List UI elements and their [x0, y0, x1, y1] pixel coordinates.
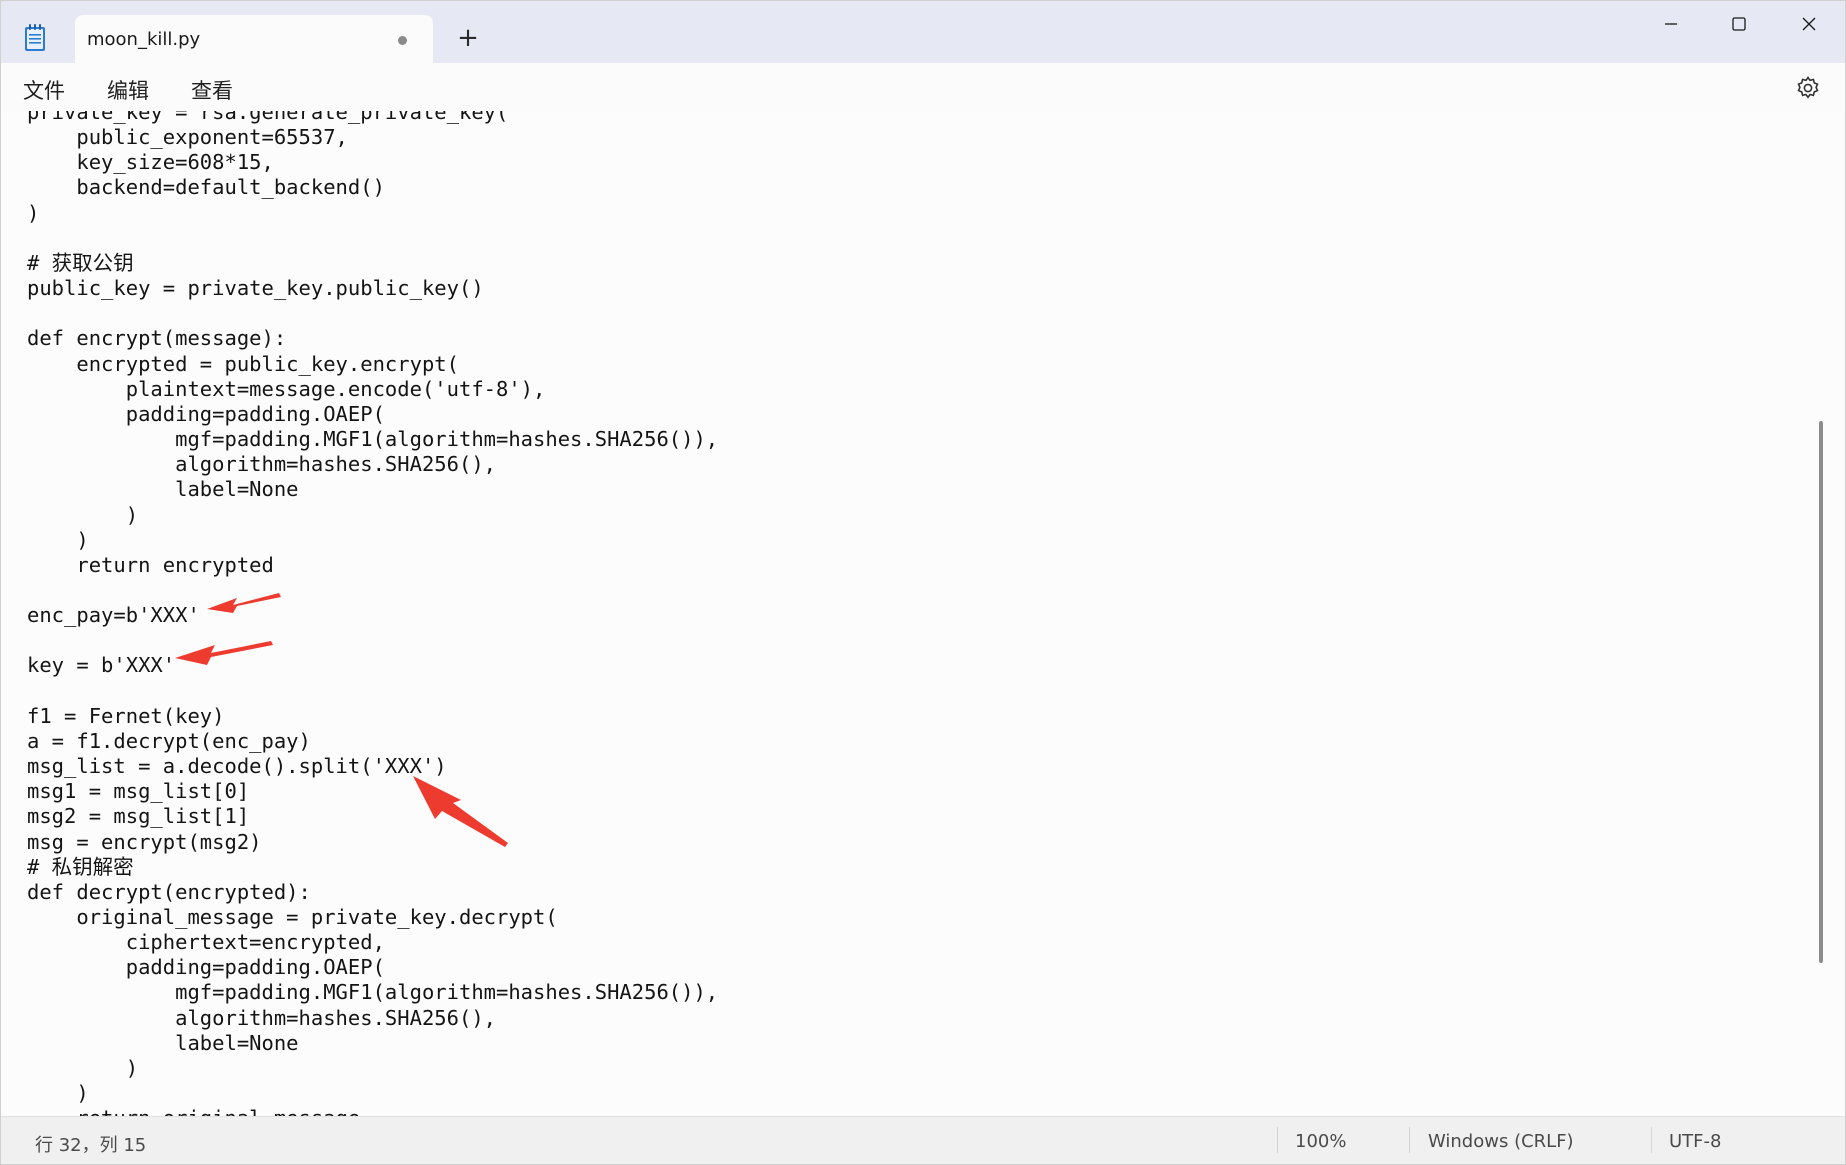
- code-line[interactable]: ciphertext=encrypted,: [27, 930, 385, 954]
- notepad-icon: [25, 24, 45, 51]
- line-ending[interactable]: Windows (CRLF): [1428, 1131, 1574, 1152]
- vertical-scrollbar[interactable]: [1819, 421, 1823, 963]
- status-divider: [1409, 1127, 1410, 1153]
- menu-bar: 文件 编辑 查看: [1, 63, 1845, 111]
- unsaved-dot-icon[interactable]: [398, 36, 407, 45]
- status-divider: [1651, 1127, 1652, 1153]
- menu-view[interactable]: 查看: [191, 75, 233, 105]
- code-line[interactable]: label=None: [27, 1031, 298, 1055]
- code-line[interactable]: private_key = rsa.generate_private_key(: [27, 111, 508, 124]
- minimize-icon: [1665, 23, 1677, 25]
- zoom-level[interactable]: 100%: [1295, 1131, 1346, 1152]
- code-line[interactable]: backend=default_backend(): [27, 175, 385, 199]
- close-button[interactable]: [1779, 7, 1839, 41]
- title-bar: moon_kill.py +: [1, 1, 1845, 63]
- code-line[interactable]: label=None: [27, 477, 298, 501]
- code-line[interactable]: msg2 = msg_list[1]: [27, 804, 249, 828]
- code-line[interactable]: msg1 = msg_list[0]: [27, 779, 249, 803]
- code-line[interactable]: padding=padding.OAEP(: [27, 402, 385, 426]
- code-line[interactable]: msg = encrypt(msg2): [27, 830, 262, 854]
- cursor-position[interactable]: 行 32，列 15: [35, 1131, 146, 1157]
- code-line[interactable]: ): [27, 201, 39, 225]
- code-line[interactable]: plaintext=message.encode('utf-8'),: [27, 377, 546, 401]
- code-line[interactable]: f1 = Fernet(key): [27, 704, 224, 728]
- code-line[interactable]: return encrypted: [27, 553, 273, 577]
- gear-icon[interactable]: [1795, 75, 1821, 101]
- code-line[interactable]: public_exponent=65537,: [27, 125, 348, 149]
- status-divider: [1277, 1127, 1278, 1153]
- code-line[interactable]: encrypted = public_key.encrypt(: [27, 352, 459, 376]
- code-line[interactable]: ): [27, 1056, 138, 1080]
- code-line[interactable]: key = b'XXX': [27, 653, 175, 677]
- code-line[interactable]: enc_pay=b'XXX': [27, 603, 200, 627]
- code-line[interactable]: msg_list = a.decode().split('XXX'): [27, 754, 447, 778]
- code-line[interactable]: padding=padding.OAEP(: [27, 955, 385, 979]
- code-line[interactable]: def encrypt(message):: [27, 326, 286, 350]
- close-icon: [1802, 17, 1816, 31]
- code-line[interactable]: public_key = private_key.public_key(): [27, 276, 484, 300]
- plus-icon[interactable]: +: [453, 23, 483, 53]
- code-line[interactable]: mgf=padding.MGF1(algorithm=hashes.SHA256…: [27, 427, 718, 451]
- code-line[interactable]: algorithm=hashes.SHA256(),: [27, 452, 496, 476]
- menu-edit[interactable]: 编辑: [107, 75, 149, 105]
- code-line[interactable]: def decrypt(encrypted):: [27, 880, 311, 904]
- minimize-button[interactable]: [1641, 7, 1701, 41]
- code-line[interactable]: return original_message: [27, 1106, 360, 1116]
- code-line[interactable]: mgf=padding.MGF1(algorithm=hashes.SHA256…: [27, 980, 718, 1004]
- code-line[interactable]: # 获取公钥: [27, 251, 134, 275]
- code-line[interactable]: ): [27, 1081, 88, 1105]
- notepad-window: moon_kill.py + 文件 编辑 查看 private_key = rs…: [0, 0, 1846, 1165]
- code-line[interactable]: original_message = private_key.decrypt(: [27, 905, 557, 929]
- code-line[interactable]: ): [27, 528, 88, 552]
- code-line[interactable]: key_size=608*15,: [27, 150, 273, 174]
- code-line[interactable]: algorithm=hashes.SHA256(),: [27, 1006, 496, 1030]
- text-editor[interactable]: private_key = rsa.generate_private_key( …: [1, 111, 1831, 1116]
- code-line[interactable]: ): [27, 503, 138, 527]
- maximize-button[interactable]: [1709, 7, 1769, 41]
- tab-title: moon_kill.py: [87, 29, 201, 50]
- code-line[interactable]: a = f1.decrypt(enc_pay): [27, 729, 311, 753]
- status-bar: 行 32，列 15 100% Windows (CRLF) UTF-8: [1, 1116, 1845, 1164]
- maximize-icon: [1732, 17, 1746, 31]
- code-line[interactable]: # 私钥解密: [27, 855, 134, 879]
- encoding[interactable]: UTF-8: [1669, 1131, 1721, 1152]
- code-text[interactable]: private_key = rsa.generate_private_key( …: [27, 111, 718, 1116]
- menu-file[interactable]: 文件: [23, 75, 65, 105]
- tab-moon-kill[interactable]: moon_kill.py: [75, 15, 433, 63]
